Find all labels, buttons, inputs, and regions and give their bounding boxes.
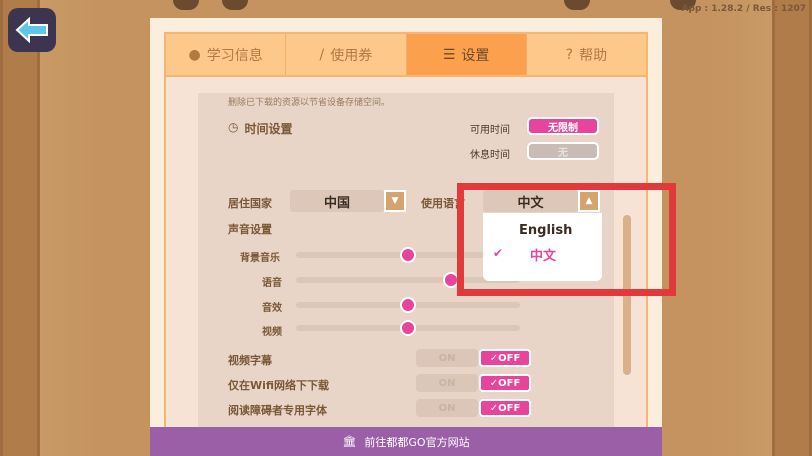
available-time-label: 可用时间 (470, 125, 510, 136)
off-label: OFF (498, 377, 521, 389)
help-icon: ? (565, 46, 574, 63)
available-time-button[interactable]: 无限制 (527, 117, 599, 135)
off-label: OFF (498, 352, 521, 364)
video-slider[interactable] (296, 320, 520, 336)
official-website-label: 前往都都GO官方网站 (364, 435, 470, 449)
sfx-slider[interactable] (296, 297, 520, 313)
rest-time-button[interactable]: 无 (527, 142, 599, 160)
toggle-label: 仅在Wifi网络下下载 (228, 379, 330, 392)
pencil-icon: / (319, 46, 325, 63)
building-icon: 🏛 (342, 435, 357, 448)
highlight-box (457, 183, 676, 296)
sound-settings-heading: 声音设置 (228, 223, 272, 236)
toggle-label: 阅读障碍者专用字体 (228, 404, 327, 417)
dyslexia-font-on-button[interactable]: ON (416, 399, 478, 417)
country-dropdown-button[interactable]: ▼ (384, 190, 406, 212)
tab-label: 使用券 (330, 47, 373, 64)
slider-label: 音效 (262, 303, 282, 314)
tab-bar: ● 学习信息 / 使用券 ☰ 设置 ? 帮助 (164, 32, 648, 77)
slider-label: 视频 (262, 327, 282, 338)
back-button[interactable] (8, 8, 56, 52)
subtitles-on-button[interactable]: ON (416, 349, 478, 367)
pillar-right (772, 0, 812, 456)
slider-label: 语音 (262, 278, 282, 289)
user-icon: ● (188, 46, 201, 63)
off-label: OFF (498, 402, 521, 414)
tab-label: 学习信息 (206, 47, 263, 64)
slider-knob[interactable] (400, 297, 416, 313)
caret-down-icon: ▼ (391, 196, 399, 206)
slider-knob[interactable] (400, 320, 416, 336)
tab-help[interactable]: ? 帮助 (527, 34, 646, 75)
official-website-link[interactable]: 🏛 前往都都GO官方网站 (150, 427, 662, 456)
time-settings-heading: ◷ 时间设置 (228, 120, 293, 137)
wifi-only-on-button[interactable]: ON (416, 374, 478, 392)
toggle-label: 视频字幕 (228, 354, 272, 367)
time-title: 时间设置 (244, 122, 293, 136)
subtitles-off-button[interactable]: ✓ OFF (479, 349, 531, 367)
tab-coupons[interactable]: / 使用券 (286, 34, 407, 75)
app-version: App : 1.28.2 / Res : 1207 (681, 4, 806, 14)
sliders-icon: ☰ (442, 46, 456, 63)
tab-label: 设置 (461, 47, 490, 64)
pillar-left (0, 0, 40, 456)
rest-time-label: 休息时间 (470, 150, 510, 161)
country-select[interactable]: 中国 (290, 190, 384, 212)
slider-label: 背景音乐 (240, 253, 280, 264)
wifi-only-off-button[interactable]: ✓ OFF (479, 374, 531, 392)
tab-learning-info[interactable]: ● 学习信息 (166, 34, 287, 75)
delete-hint: 删除已下载的资源以节省设备存储空间。 (228, 98, 391, 108)
slider-knob[interactable] (400, 247, 416, 263)
country-label: 居住国家 (228, 197, 272, 210)
dyslexia-font-off-button[interactable]: ✓ OFF (479, 399, 531, 417)
timer-icon: ◷ (228, 120, 239, 134)
tab-settings[interactable]: ☰ 设置 (406, 34, 527, 75)
tab-label: 帮助 (579, 47, 608, 64)
arrow-left-icon (15, 17, 48, 43)
